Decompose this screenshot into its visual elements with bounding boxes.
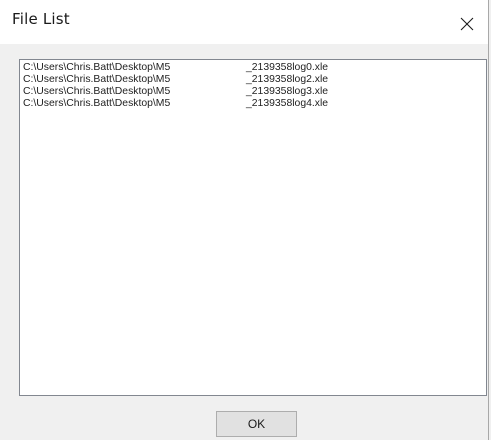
close-button[interactable] <box>447 10 487 38</box>
window-title: File List <box>12 10 70 28</box>
file-listbox[interactable]: C:\Users\Chris.Batt\Desktop\M5 _2139358l… <box>19 59 487 396</box>
file-path: C:\Users\Chris.Batt\Desktop\M5 <box>23 62 171 73</box>
list-item[interactable]: C:\Users\Chris.Batt\Desktop\M5 _2139358l… <box>23 62 483 74</box>
title-bar[interactable]: File List <box>0 0 489 44</box>
file-name: _2139358log2.xle <box>246 74 329 85</box>
file-name: _2139358log0.xle <box>246 62 329 73</box>
file-name: _2139358log3.xle <box>246 86 329 97</box>
list-item[interactable]: C:\Users\Chris.Batt\Desktop\M5 _2139358l… <box>23 74 483 86</box>
file-path: C:\Users\Chris.Batt\Desktop\M5 <box>23 86 171 97</box>
file-name: _2139358log4.xle <box>246 98 329 109</box>
ok-button[interactable]: OK <box>216 411 297 437</box>
close-icon <box>460 17 474 31</box>
list-item[interactable]: C:\Users\Chris.Batt\Desktop\M5 _2139358l… <box>23 86 483 98</box>
file-path: C:\Users\Chris.Batt\Desktop\M5 <box>23 74 171 85</box>
file-path: C:\Users\Chris.Batt\Desktop\M5 <box>23 98 171 109</box>
list-item[interactable]: C:\Users\Chris.Batt\Desktop\M5 _2139358l… <box>23 98 483 110</box>
file-list-dialog: File List C:\Users\Chris.Batt\Desktop\M5… <box>0 0 491 440</box>
